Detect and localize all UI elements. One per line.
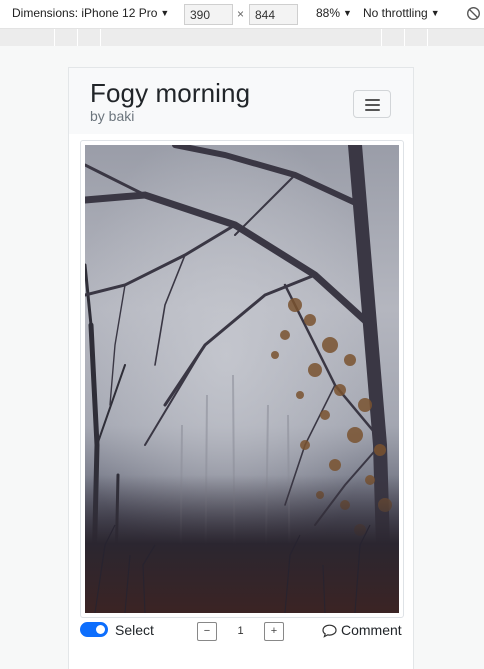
- decrement-button[interactable]: −: [197, 622, 217, 641]
- devtools-toolbar: Dimensions: iPhone 12 Pro ▼ 390 × 844 88%…: [0, 0, 484, 29]
- select-label: Select: [115, 622, 154, 638]
- select-toggle[interactable]: [80, 622, 108, 637]
- zoom-label: 88%: [316, 6, 341, 20]
- height-input[interactable]: 844: [249, 4, 298, 25]
- throttling-dropdown[interactable]: No throttling ▼: [363, 6, 440, 20]
- post-card: Fogy morning by baki Select − 1 + Commen…: [68, 67, 414, 669]
- throttling-label: No throttling: [363, 6, 428, 20]
- rotate-icon[interactable]: [466, 6, 481, 21]
- quantity-input[interactable]: 1: [217, 622, 264, 641]
- zoom-dropdown[interactable]: 88% ▼: [316, 6, 352, 20]
- comment-label: Comment: [341, 622, 402, 638]
- photo-frame: [80, 140, 404, 618]
- width-input[interactable]: 390: [184, 4, 233, 25]
- post-author: by baki: [90, 108, 135, 124]
- device-dimensions-dropdown[interactable]: Dimensions: iPhone 12 Pro ▼: [12, 6, 169, 20]
- post-photo[interactable]: [85, 145, 399, 613]
- card-header: Fogy morning by baki: [69, 68, 413, 134]
- caret-down-icon: ▼: [430, 8, 440, 18]
- increment-button[interactable]: +: [264, 622, 284, 641]
- post-actions: Select − 1 + Comment: [69, 620, 413, 646]
- navbar-toggler-button[interactable]: [353, 90, 391, 118]
- caret-down-icon: ▼: [160, 8, 170, 18]
- comment-bubble-icon: [322, 624, 337, 638]
- media-query-ruler[interactable]: [0, 29, 484, 46]
- dimension-separator: ×: [237, 7, 245, 21]
- device-dimensions-label: Dimensions: iPhone 12 Pro: [12, 6, 158, 20]
- post-title: Fogy morning: [90, 78, 251, 108]
- caret-down-icon: ▼: [343, 8, 352, 18]
